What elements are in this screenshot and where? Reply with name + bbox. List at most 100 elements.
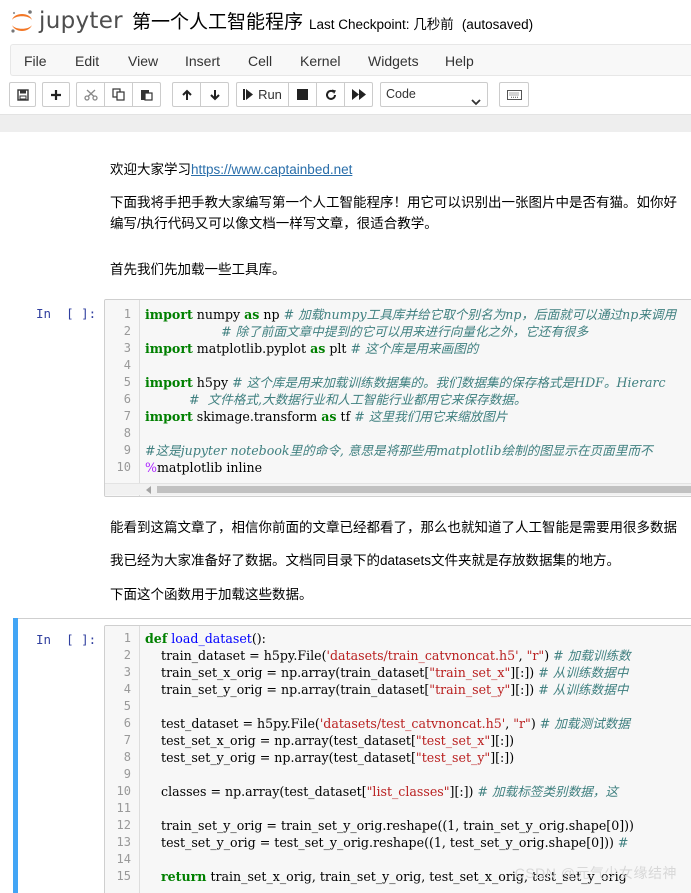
copy-icon [112,88,125,101]
move-button-group [172,82,229,107]
jupyter-logo[interactable]: jupyter [9,6,123,36]
code-token: plt [325,341,351,356]
code-cell-1-editor[interactable]: 1 import numpy as np # 加载numpy工具库并给它取个别名为… [104,299,691,497]
code-token: ][:]) [449,784,478,799]
copy-button[interactable] [104,82,133,107]
code-token: # 文件格式,大数据行业和人工智能行业都用它来保存数据。 [189,392,527,407]
run-button-group: Run [236,82,373,107]
code-token: # 从训练数据中 [538,682,629,697]
line-number: 10 [116,460,131,474]
line-number: 6 [123,392,131,406]
code-token: skimage.transform [192,409,322,424]
menu-help[interactable]: Help [445,53,474,69]
code-line[interactable]: 13 test_set_y_orig = test_set_y_orig.res… [105,834,691,851]
arrow-up-icon [181,89,193,101]
scrollbar-thumb[interactable] [157,486,691,493]
code-line[interactable]: 1 import numpy as np # 加载numpy工具库并给它取个别名为… [105,306,691,323]
menu-view[interactable]: View [128,53,158,69]
code-text: train_set_x_orig = np.array(train_datase… [145,664,628,681]
horizontal-scrollbar[interactable] [105,483,691,495]
code-token: # 加载训练数 [553,648,631,663]
interrupt-button[interactable] [288,82,317,107]
code-line[interactable]: 1 def load_dataset(): [105,630,691,647]
code-token: "test_set_y" [415,750,491,765]
save-button[interactable] [9,82,36,107]
command-palette-button[interactable] [499,82,529,107]
code-line[interactable]: 9 #这是jupyter notebook里的命令, 意思是将那些用matplot… [105,442,691,459]
captainbed-link[interactable]: https://www.captainbed.net [191,162,352,177]
paste-icon [140,88,153,101]
menu-edit[interactable]: Edit [75,53,99,69]
menu-file[interactable]: File [24,53,47,69]
code-text: import matplotlib.pyplot as plt # 这个库是用来… [145,340,478,357]
code-line[interactable]: 2 # 除了前面文章中提到的它可以用来进行向量化之外，它还有很多 [105,323,691,340]
code-line[interactable]: 7 test_set_x_orig = np.array(test_datase… [105,732,691,749]
menu-kernel[interactable]: Kernel [300,53,340,69]
code-line[interactable]: 10 classes = np.array(test_dataset["list… [105,783,691,800]
restart-kernel-button[interactable] [316,82,345,107]
code-line[interactable]: 10 %matplotlib inline [105,459,691,476]
restart-run-all-button[interactable] [344,82,373,107]
markdown-data: 我已经为大家准备好了数据。文档同目录下的datasets文件夹就是存放数据集的地… [110,553,621,568]
code-line[interactable]: 11 [105,800,691,817]
notebook-title[interactable]: 第一个人工智能程序 [132,7,303,34]
run-button[interactable]: Run [236,82,289,107]
code-token: import [145,341,193,356]
menu-insert[interactable]: Insert [185,53,220,69]
code-token: , [505,716,514,731]
cell1-prompt: In [ ]: [36,306,97,321]
code-token: ][:]) [490,733,515,748]
code-line[interactable]: 8 test_set_y_orig = np.array(test_datase… [105,749,691,766]
code-line[interactable]: 3 import matplotlib.pyplot as plt # 这个库是用… [105,340,691,357]
move-down-button[interactable] [200,82,229,107]
code-text: %matplotlib inline [145,459,262,476]
code-token: classes = np.array(test_dataset[ [145,784,367,799]
chevron-down-icon [471,91,481,114]
scroll-left-arrow-icon[interactable] [146,486,151,494]
code-line[interactable]: 7 import skimage.transform as tf # 这里我们用它… [105,408,691,425]
code-line[interactable]: 5 import h5py # 这个库是用来加载训练数据集的。我们数据集的保存格式… [105,374,691,391]
code-cell-2-editor[interactable]: 1 def load_dataset(): 2 train_dataset = h5… [104,625,691,893]
notebook-header: jupyter 第一个人工智能程序 Last Checkpoint: 几秒前 (a… [0,0,691,42]
code-token: numpy [192,307,245,322]
cell-type-select[interactable]: Code [380,82,488,107]
code-line[interactable]: 4 train_set_y_orig = np.array(train_data… [105,681,691,698]
line-number: 9 [123,443,131,457]
code-token: # 除了前面文章中提到的它可以用来进行向量化之外，它还有很多 [221,324,589,339]
insert-cell-button[interactable] [42,82,70,107]
code-text: def load_dataset(): [145,630,266,647]
code-line[interactable]: 5 [105,698,691,715]
fast-forward-icon [351,89,366,100]
code-line[interactable]: 12 train_set_y_orig = train_set_y_orig.r… [105,817,691,834]
line-number: 1 [123,307,131,321]
save-icon [16,88,29,101]
code-token: # 这里我们用它来缩放图片 [354,409,508,424]
code-line[interactable]: 6 # 文件格式,大数据行业和人工智能行业都用它来保存数据。 [105,391,691,408]
cut-button[interactable] [76,82,105,107]
line-number: 12 [116,818,131,832]
code-line[interactable]: 2 train_dataset = h5py.File('datasets/tr… [105,647,691,664]
move-up-button[interactable] [172,82,201,107]
csdn-watermark: CSDN @元气少女缘结神 [514,865,677,881]
code-text: test_set_x_orig = np.array(test_dataset[… [145,732,514,749]
menu-cell[interactable]: Cell [248,53,272,69]
line-number: 10 [116,784,131,798]
checkpoint-text: Last Checkpoint: 几秒前 [309,17,454,32]
code-line[interactable]: 6 test_dataset = h5py.File('datasets/tes… [105,715,691,732]
paste-button[interactable] [132,82,161,107]
code-line[interactable]: 8 [105,425,691,442]
code-token: ][:]) [510,682,539,697]
header-separator [0,114,691,132]
code-line[interactable]: 9 [105,766,691,783]
code-line[interactable]: 4 [105,357,691,374]
menu-widgets[interactable]: Widgets [368,53,419,69]
code-token: "r" [526,648,545,663]
line-number: 1 [123,631,131,645]
cut-icon [83,89,98,101]
markdown-intro-line1: 下面我将手把手教大家编写第一个人工智能程序！用它可以识别出一张图片中是否有猫。如… [110,195,677,210]
code-token: # 从训练数据中 [538,665,629,680]
code-line[interactable]: 3 train_set_x_orig = np.array(train_data… [105,664,691,681]
selected-cell-indicator [13,618,18,893]
arrow-down-icon [209,89,221,101]
